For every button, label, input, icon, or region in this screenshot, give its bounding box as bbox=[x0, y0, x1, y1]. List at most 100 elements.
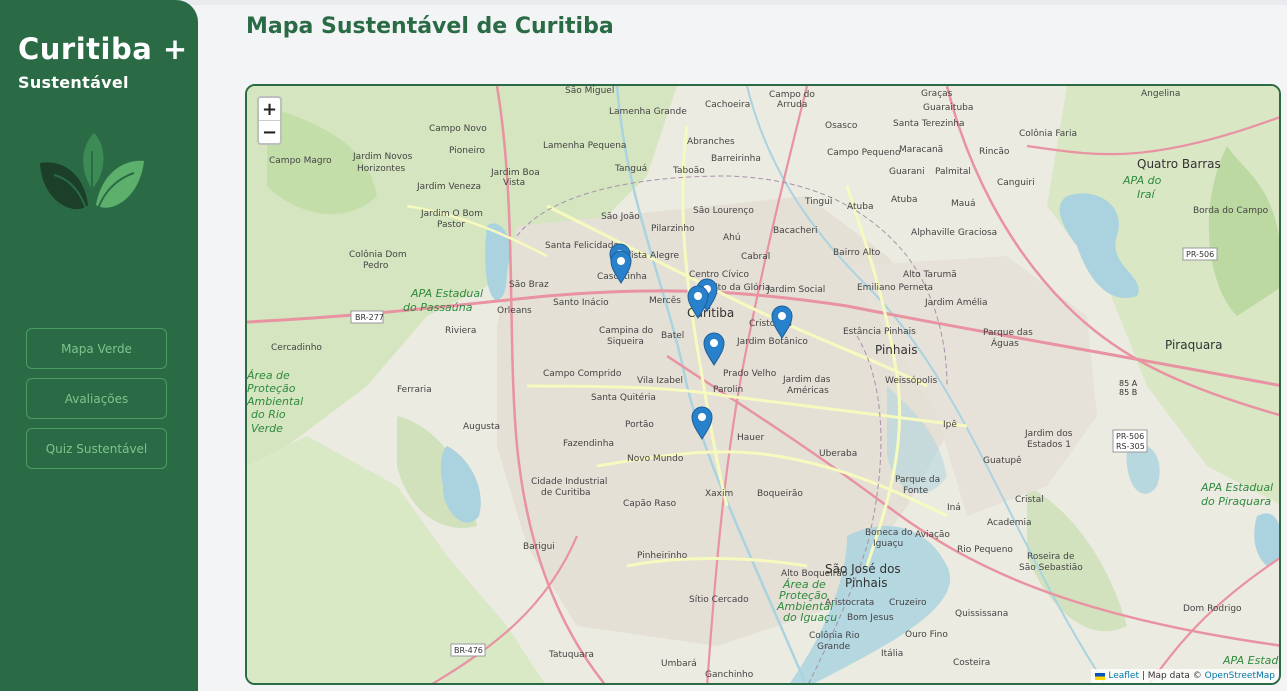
top-bar bbox=[0, 0, 1287, 5]
map-container[interactable]: São Miguel Lamenha Grande Cachoeira Camp… bbox=[245, 84, 1281, 685]
svg-text:Jardim dos: Jardim dos bbox=[1024, 429, 1073, 439]
svg-text:Campo Magro: Campo Magro bbox=[269, 156, 332, 166]
svg-text:Vista Alegre: Vista Alegre bbox=[625, 251, 679, 261]
svg-text:Siqueira: Siqueira bbox=[607, 337, 644, 347]
marker-6[interactable] bbox=[703, 332, 725, 366]
svg-text:Colônia Faria: Colônia Faria bbox=[1019, 128, 1077, 139]
svg-text:Parolin: Parolin bbox=[713, 385, 743, 395]
svg-text:Boqueirão: Boqueirão bbox=[757, 489, 803, 499]
svg-text:APA Estadual: APA Estadual bbox=[410, 287, 483, 300]
svg-text:Pastor: Pastor bbox=[437, 220, 465, 230]
svg-text:Santa Terezinha: Santa Terezinha bbox=[893, 119, 965, 129]
svg-text:Campo do: Campo do bbox=[769, 90, 815, 100]
svg-text:Costeira: Costeira bbox=[953, 658, 990, 668]
svg-text:Quatro Barras: Quatro Barras bbox=[1137, 157, 1221, 171]
marker-2[interactable] bbox=[610, 250, 632, 284]
page-title: Mapa Sustentável de Curitiba bbox=[246, 14, 614, 39]
svg-text:Estância Pinhais: Estância Pinhais bbox=[843, 327, 916, 337]
nav-mapa-verde-button[interactable]: Mapa Verde bbox=[26, 328, 167, 369]
svg-text:Pedro: Pedro bbox=[363, 261, 389, 271]
svg-text:Capão Raso: Capão Raso bbox=[623, 499, 677, 509]
svg-text:Barreirinha: Barreirinha bbox=[711, 154, 761, 164]
svg-text:Canguiri: Canguiri bbox=[997, 178, 1035, 188]
svg-text:Emiliano Perneta: Emiliano Perneta bbox=[857, 283, 933, 293]
svg-text:Bacacheri: Bacacheri bbox=[773, 226, 818, 236]
svg-text:Weissópolis: Weissópolis bbox=[885, 375, 938, 386]
svg-text:PR-506: PR-506 bbox=[1186, 250, 1214, 259]
svg-text:Osasco: Osasco bbox=[825, 121, 858, 131]
svg-text:Horizontes: Horizontes bbox=[357, 164, 405, 174]
zoom-out-button[interactable]: − bbox=[259, 121, 280, 143]
svg-text:Angelina: Angelina bbox=[1141, 89, 1180, 99]
svg-text:Orleans: Orleans bbox=[497, 306, 532, 316]
marker-7[interactable] bbox=[691, 406, 713, 440]
svg-text:Pilarzinho: Pilarzinho bbox=[651, 224, 695, 234]
svg-text:de Curitiba: de Curitiba bbox=[541, 488, 591, 498]
svg-text:Alphaville Graciosa: Alphaville Graciosa bbox=[911, 228, 997, 238]
svg-text:Jardim O Bom: Jardim O Bom bbox=[420, 209, 483, 219]
svg-text:Pinhais: Pinhais bbox=[845, 576, 887, 590]
svg-text:Riviera: Riviera bbox=[445, 326, 476, 336]
leaflet-link[interactable]: Leaflet bbox=[1108, 671, 1139, 681]
svg-text:Campo Comprido: Campo Comprido bbox=[543, 369, 622, 379]
svg-text:Tatuquara: Tatuquara bbox=[548, 650, 594, 660]
svg-text:Taboão: Taboão bbox=[672, 166, 705, 176]
brand-title: Curitiba + bbox=[18, 32, 188, 66]
svg-text:Iraí: Iraí bbox=[1137, 188, 1157, 201]
svg-text:Campo Pequeno: Campo Pequeno bbox=[827, 148, 901, 158]
svg-text:Cidade Industrial: Cidade Industrial bbox=[531, 477, 607, 487]
svg-text:Vista: Vista bbox=[503, 178, 525, 188]
svg-text:Academia: Academia bbox=[987, 518, 1032, 528]
svg-text:Estados 1: Estados 1 bbox=[1027, 440, 1071, 450]
map-tiles[interactable]: São Miguel Lamenha Grande Cachoeira Camp… bbox=[247, 86, 1281, 685]
svg-text:Arruda: Arruda bbox=[777, 100, 807, 110]
svg-text:São Miguel: São Miguel bbox=[565, 86, 614, 96]
svg-text:Américas: Américas bbox=[787, 385, 829, 396]
svg-text:Iguaçu: Iguaçu bbox=[873, 539, 903, 549]
svg-text:Lamenha Pequena: Lamenha Pequena bbox=[543, 141, 626, 151]
svg-text:Portão: Portão bbox=[625, 420, 654, 430]
svg-text:Sítio Cercado: Sítio Cercado bbox=[689, 595, 749, 605]
svg-text:Jardim das: Jardim das bbox=[782, 375, 831, 385]
sidebar: Curitiba + Sustentável Mapa Verde Avalia… bbox=[0, 0, 198, 691]
svg-text:Área de: Área de bbox=[247, 369, 290, 382]
svg-text:Palmital: Palmital bbox=[935, 167, 971, 177]
svg-text:Jardim Boa: Jardim Boa bbox=[490, 168, 540, 178]
svg-text:APA do: APA do bbox=[1122, 174, 1162, 187]
svg-text:Graças: Graças bbox=[921, 89, 953, 99]
marker-4[interactable] bbox=[687, 285, 709, 319]
svg-text:Bom Jesus: Bom Jesus bbox=[847, 613, 894, 623]
svg-text:Iná: Iná bbox=[947, 503, 961, 513]
svg-text:Bairro Alto: Bairro Alto bbox=[833, 248, 881, 258]
nav-quiz-sustentavel-button[interactable]: Quiz Sustentável bbox=[26, 428, 167, 469]
brand-subtitle: Sustentável bbox=[18, 73, 129, 92]
svg-text:Alto Tarumã: Alto Tarumã bbox=[903, 270, 957, 280]
svg-text:PR-506: PR-506 bbox=[1116, 432, 1144, 441]
svg-text:Hauer: Hauer bbox=[737, 433, 765, 443]
svg-text:São Sebastião: São Sebastião bbox=[1019, 563, 1083, 573]
openstreetmap-link[interactable]: OpenStreetMap bbox=[1205, 671, 1275, 681]
svg-text:Batel: Batel bbox=[661, 331, 684, 341]
attribution-separator: | Map data © bbox=[1139, 671, 1205, 681]
svg-text:Guaraituba: Guaraituba bbox=[923, 103, 973, 113]
svg-text:Borda do Campo: Borda do Campo bbox=[1193, 206, 1269, 216]
svg-text:Barigui: Barigui bbox=[523, 542, 555, 552]
svg-text:Vila Izabel: Vila Izabel bbox=[637, 376, 683, 386]
svg-text:Cristal: Cristal bbox=[1015, 495, 1044, 505]
svg-text:85 B: 85 B bbox=[1119, 388, 1137, 397]
svg-text:Piraquara: Piraquara bbox=[1165, 338, 1222, 352]
svg-text:Ganchinho: Ganchinho bbox=[705, 670, 754, 680]
zoom-in-button[interactable]: + bbox=[259, 98, 280, 120]
marker-5[interactable] bbox=[771, 305, 793, 339]
svg-text:Quississana: Quississana bbox=[955, 609, 1008, 619]
svg-text:Fazendinha: Fazendinha bbox=[563, 439, 614, 449]
svg-text:Atuba: Atuba bbox=[847, 202, 873, 212]
svg-text:Ahú: Ahú bbox=[723, 233, 741, 243]
svg-text:Lamenha Grande: Lamenha Grande bbox=[609, 107, 687, 117]
svg-text:do Piraquara: do Piraquara bbox=[1201, 495, 1271, 508]
nav-avaliacoes-button[interactable]: Avaliações bbox=[26, 378, 167, 419]
svg-text:Novo Mundo: Novo Mundo bbox=[627, 454, 684, 464]
svg-text:Pinheirinho: Pinheirinho bbox=[637, 551, 688, 561]
svg-text:Xaxim: Xaxim bbox=[705, 489, 733, 499]
svg-text:Jardim Veneza: Jardim Veneza bbox=[416, 182, 481, 192]
